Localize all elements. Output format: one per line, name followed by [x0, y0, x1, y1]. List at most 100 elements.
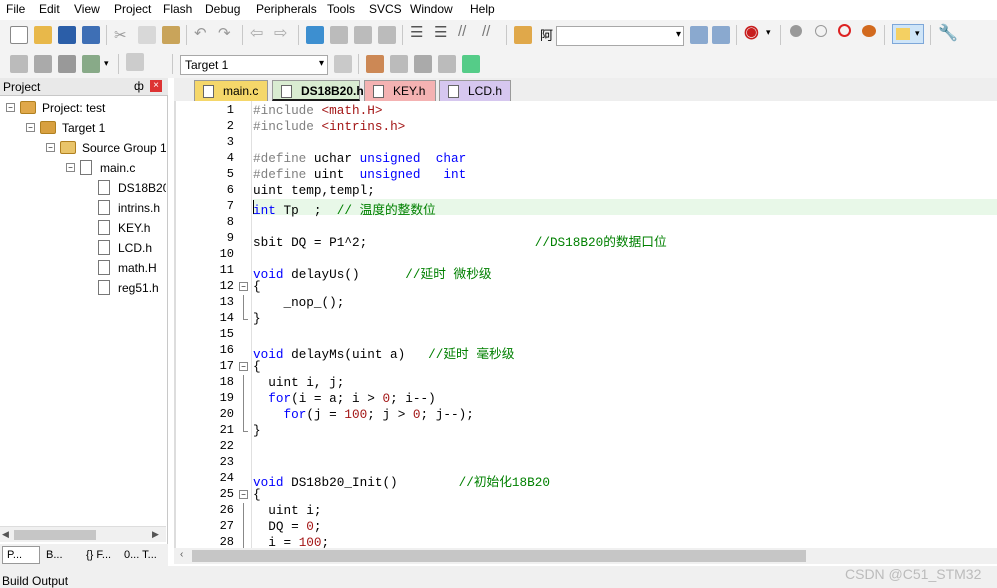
scroll-right-icon[interactable]: ▶: [152, 529, 159, 540]
collapse-toggle-icon[interactable]: −: [26, 123, 35, 132]
tree-item-label[interactable]: Source Group 1: [82, 141, 166, 155]
fold-gutter: [236, 101, 252, 548]
save-icon[interactable]: [58, 26, 76, 44]
find-icon[interactable]: [690, 26, 708, 44]
window-layout-button[interactable]: ▾: [892, 24, 924, 44]
nav-back-icon[interactable]: ⇦: [250, 23, 263, 43]
rte-icon[interactable]: [438, 55, 456, 73]
chevron-down-icon[interactable]: ▾: [104, 58, 109, 69]
code-area[interactable]: 1 #include <math.H> 2 #include <intrins.h> 3…: [174, 101, 997, 548]
line-number: 11: [219, 263, 234, 277]
close-icon[interactable]: ×: [150, 80, 162, 92]
tab-books[interactable]: B...: [42, 547, 78, 564]
menu-file[interactable]: File: [6, 2, 25, 16]
comment-icon[interactable]: //: [458, 23, 466, 40]
indent-icon[interactable]: ☰: [410, 23, 423, 41]
translate-icon[interactable]: [10, 55, 28, 73]
breakpoint-disable-icon[interactable]: [815, 25, 827, 37]
tree-item-label[interactable]: main.c: [100, 161, 135, 175]
uncomment-icon[interactable]: //: [482, 23, 490, 40]
menu-window[interactable]: Window: [410, 2, 453, 16]
unindent-icon[interactable]: ☰: [434, 23, 447, 41]
menu-debug[interactable]: Debug: [205, 2, 240, 16]
editor-horizontal-scrollbar[interactable]: ‹: [174, 548, 997, 564]
tab-key-h[interactable]: KEY.h: [364, 80, 436, 101]
build-output-title: Build Output: [2, 574, 69, 588]
fold-line: [243, 431, 248, 432]
build-icon[interactable]: [34, 55, 52, 73]
tree-item-label[interactable]: reg51.h: [118, 281, 159, 295]
scroll-left-icon[interactable]: ◀: [2, 529, 9, 540]
tree-item-label[interactable]: KEY.h: [118, 221, 150, 235]
scrollbar-thumb[interactable]: [192, 550, 806, 562]
chevron-down-icon[interactable]: ▾: [319, 58, 324, 69]
pack-installer-icon[interactable]: [462, 55, 480, 73]
tab-lcd-h[interactable]: LCD.h: [439, 80, 511, 101]
scroll-left-icon[interactable]: ‹: [180, 549, 183, 560]
chevron-down-icon[interactable]: ▾: [676, 29, 681, 40]
tree-item-label[interactable]: LCD.h: [118, 241, 152, 255]
nav-forward-icon[interactable]: ⇨: [274, 23, 287, 43]
menu-edit[interactable]: Edit: [39, 2, 60, 16]
batch-build-icon[interactable]: [82, 55, 100, 73]
find-in-files-icon[interactable]: [514, 26, 532, 44]
pin-icon[interactable]: ф: [134, 79, 144, 93]
load-download-icon[interactable]: [126, 53, 144, 71]
menu-flash[interactable]: Flash: [163, 2, 192, 16]
breakpoint-icon[interactable]: [790, 25, 802, 37]
menu-svcs[interactable]: SVCS: [369, 2, 402, 16]
copy-icon[interactable]: [138, 26, 156, 44]
debug-start-icon[interactable]: ◉: [744, 22, 759, 42]
tab-templates[interactable]: 0... T...: [120, 547, 166, 564]
tab-main-c[interactable]: main.c: [194, 80, 268, 101]
paste-icon[interactable]: [162, 26, 180, 44]
target-select[interactable]: Target 1 ▾: [180, 55, 328, 75]
tree-horizontal-scrollbar[interactable]: ◀ ▶: [0, 526, 166, 542]
new-file-icon[interactable]: [10, 26, 28, 44]
open-folder-icon[interactable]: [34, 26, 52, 44]
menu-peripherals[interactable]: Peripherals: [256, 2, 317, 16]
line-number: 16: [219, 343, 234, 357]
tree-item-label[interactable]: DS18B20.h: [118, 181, 166, 195]
menu-view[interactable]: View: [74, 2, 100, 16]
clear-bookmarks-icon[interactable]: [378, 26, 396, 44]
collapse-toggle-icon[interactable]: −: [6, 103, 15, 112]
find-combobox[interactable]: ▾: [556, 26, 684, 46]
collapse-toggle-icon[interactable]: −: [66, 163, 75, 172]
fold-toggle-icon[interactable]: −: [239, 282, 248, 291]
manage-components-icon[interactable]: [366, 55, 384, 73]
bookmark-icon[interactable]: [306, 26, 324, 44]
tree-item-label[interactable]: intrins.h: [118, 201, 160, 215]
target-options-icon[interactable]: [334, 55, 352, 73]
kill-breakpoints-icon[interactable]: [862, 25, 876, 37]
cut-icon[interactable]: ✂: [114, 26, 127, 44]
tree-item-label[interactable]: math.H: [118, 261, 157, 275]
file-extensions-icon[interactable]: [390, 55, 408, 73]
collapse-toggle-icon[interactable]: −: [46, 143, 55, 152]
prev-bookmark-icon[interactable]: [330, 26, 348, 44]
tab-ds18b20-h[interactable]: DS18B20.h: [272, 80, 364, 101]
select-packs-icon[interactable]: [414, 55, 432, 73]
fold-toggle-icon[interactable]: −: [239, 490, 248, 499]
tab-project[interactable]: P...: [2, 546, 40, 564]
scrollbar-thumb[interactable]: [14, 530, 96, 540]
redo-icon[interactable]: ↷: [218, 24, 231, 42]
fold-toggle-icon[interactable]: −: [239, 362, 248, 371]
save-all-icon[interactable]: [82, 26, 100, 44]
replace-icon[interactable]: [712, 26, 730, 44]
window-layout-icon: [896, 28, 910, 40]
debug-dropdown-icon[interactable]: ▾: [766, 27, 771, 38]
next-bookmark-icon[interactable]: [354, 26, 372, 44]
tab-functions-label: {} F...: [86, 549, 112, 561]
menu-tools[interactable]: Tools: [327, 2, 355, 16]
line-number: 27: [219, 519, 234, 533]
tab-functions[interactable]: {} F...: [82, 547, 118, 564]
menu-help[interactable]: Help: [470, 2, 495, 16]
rebuild-icon[interactable]: [58, 55, 76, 73]
menu-project[interactable]: Project: [114, 2, 151, 16]
tree-item-label[interactable]: Project: test: [42, 101, 105, 115]
breakpoint-clear-icon[interactable]: [838, 24, 851, 37]
undo-icon[interactable]: ↶: [194, 24, 207, 42]
configure-wrench-icon[interactable]: 🔧: [938, 23, 958, 43]
tree-item-label[interactable]: Target 1: [62, 121, 105, 135]
